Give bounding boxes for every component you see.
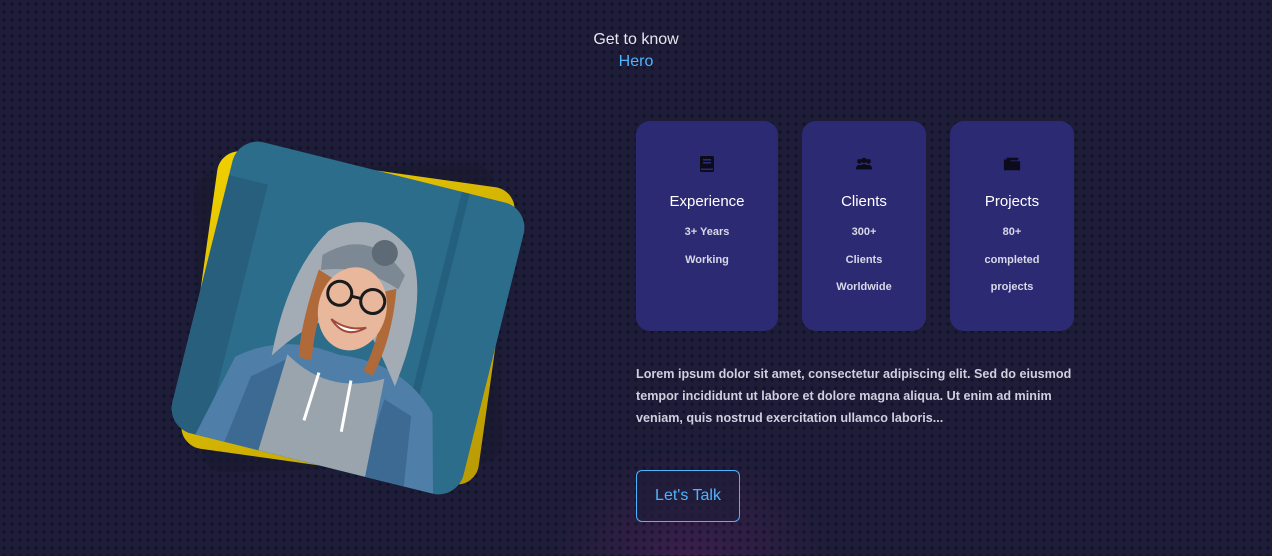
clients-title: Clients	[841, 193, 887, 210]
projects-value: 80+	[1002, 226, 1022, 238]
experience-card: Experience 3+ Years Working	[636, 121, 778, 331]
portrait	[166, 136, 536, 506]
experience-value: 3+ Years	[684, 226, 730, 238]
clients-value: 300+	[851, 226, 877, 238]
section-header: Get to know Hero	[0, 30, 1272, 74]
experience-title: Experience	[669, 193, 745, 210]
clients-detail-2: Worldwide	[836, 281, 892, 293]
folder-icon	[1003, 157, 1021, 171]
book-icon	[700, 156, 714, 172]
about-paragraph: Lorem ipsum dolor sit amet, consectetur …	[636, 367, 1072, 425]
projects-detail-2: projects	[990, 281, 1034, 293]
section-title: Hero	[618, 53, 654, 70]
lets-talk-button[interactable]: Let's Talk	[636, 470, 740, 522]
section-subtitle: Get to know	[593, 31, 679, 48]
projects-detail-1: completed	[984, 253, 1040, 266]
users-icon	[855, 157, 873, 170]
experience-detail: Working	[685, 253, 729, 266]
projects-card: Projects 80+ completed projects	[950, 121, 1074, 331]
projects-title: Projects	[984, 193, 1040, 210]
clients-card: Clients 300+ Clients Worldwide	[802, 121, 926, 331]
clients-detail-1: Clients	[845, 253, 883, 266]
